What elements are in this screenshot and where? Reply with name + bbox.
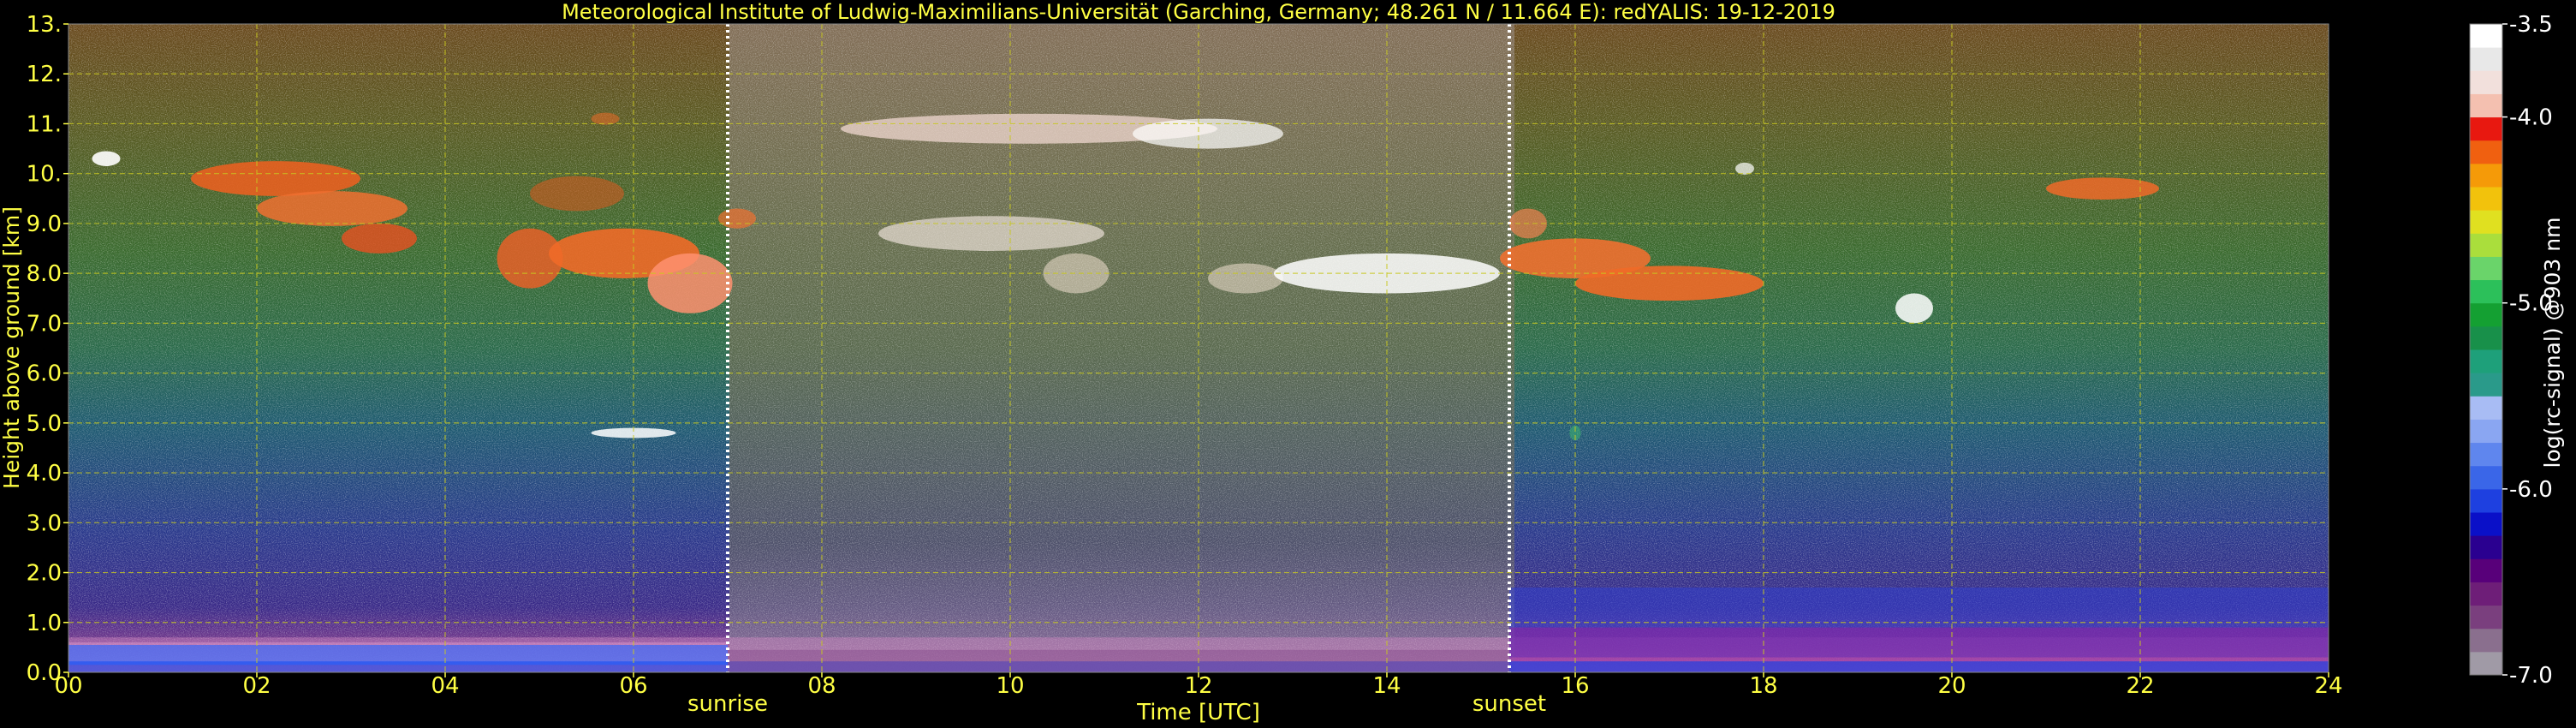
cloud-feature xyxy=(530,176,624,212)
x-tick-label: 22 xyxy=(2126,673,2154,699)
colorbar-segment xyxy=(2470,325,2502,350)
y-tick-label: 13. xyxy=(27,12,62,38)
cloud-feature xyxy=(342,223,417,254)
chart-title: Meteorological Institute of Ludwig-Maxim… xyxy=(562,0,1835,24)
x-tick-label: 04 xyxy=(431,673,459,699)
colorbar-segment xyxy=(2470,396,2502,420)
y-tick-label: 9.0 xyxy=(27,212,62,237)
colorbar-segment xyxy=(2470,140,2502,164)
y-tick-label: 8.0 xyxy=(27,261,62,287)
colorbar-segment xyxy=(2470,558,2502,582)
colorbar-segment xyxy=(2470,442,2502,467)
y-tick-label: 10. xyxy=(27,162,62,188)
y-tick-label: 12. xyxy=(27,62,62,87)
colorbar-segment xyxy=(2470,651,2502,676)
cloud-feature xyxy=(2046,177,2159,200)
colorbar-tick-label: -7.0 xyxy=(2509,663,2553,689)
cloud-feature xyxy=(878,216,1104,251)
colorbar-segment xyxy=(2470,582,2502,606)
colorbar-segment xyxy=(2470,605,2502,630)
x-tick-label: 10 xyxy=(996,673,1024,699)
x-tick-label: 08 xyxy=(807,673,836,699)
colorbar-tick-label: -4.0 xyxy=(2509,105,2553,131)
colorbar-tick-label: -6.0 xyxy=(2509,477,2553,503)
y-axis-ticks: 0.01.02.03.04.05.06.07.08.09.010.11.12.1… xyxy=(27,12,68,686)
cloud-feature xyxy=(718,208,756,229)
x-tick-label: 02 xyxy=(242,673,271,699)
colorbar-segment xyxy=(2470,419,2502,444)
sunrise-label: sunrise xyxy=(687,691,768,717)
colorbar-segment xyxy=(2470,47,2502,71)
colorbar-segment xyxy=(2470,210,2502,234)
x-tick-label: 24 xyxy=(2314,673,2342,699)
cloud-feature xyxy=(257,191,408,226)
y-tick-label: 2.0 xyxy=(27,561,62,587)
colorbar-segment xyxy=(2470,349,2502,373)
colorbar xyxy=(2469,23,2503,676)
x-tick-label: 20 xyxy=(1937,673,1966,699)
x-tick-label: 12 xyxy=(1184,673,1212,699)
y-tick-label: 1.0 xyxy=(27,611,62,636)
x-tick-label: 16 xyxy=(1561,673,1589,699)
colorbar-segment xyxy=(2470,279,2502,304)
colorbar-segment xyxy=(2470,628,2502,653)
x-axis-ticks: 00 02 04 06 08 10 12 14 16 18 20 22 24 xyxy=(54,672,2343,699)
colorbar-segment xyxy=(2470,24,2502,48)
y-tick-label: 5.0 xyxy=(27,411,62,437)
x-tick-label: 00 xyxy=(54,673,82,699)
x-tick-label: 14 xyxy=(1372,673,1401,699)
colorbar-segment xyxy=(2470,93,2502,118)
colorbar-segment xyxy=(2470,465,2502,490)
cloud-feature xyxy=(92,151,121,166)
cloud-feature xyxy=(1895,293,1933,324)
colorbar-segment xyxy=(2470,535,2502,559)
y-tick-label: 3.0 xyxy=(27,510,62,536)
cloud-feature xyxy=(647,253,733,313)
cloud-feature xyxy=(1735,162,1754,175)
colorbar-segment xyxy=(2470,488,2502,513)
lidar-chart: Meteorological Institute of Ludwig-Maxim… xyxy=(0,0,2565,725)
colorbar-segment xyxy=(2470,70,2502,94)
x-tick-label: 06 xyxy=(619,673,647,699)
plot-area xyxy=(68,24,2329,672)
colorbar-segment xyxy=(2470,256,2502,281)
colorbar-tick-label: -3.5 xyxy=(2509,12,2553,38)
colorbar-segment xyxy=(2470,233,2502,257)
colorbar-segment xyxy=(2470,302,2502,327)
cloud-feature xyxy=(1208,263,1283,294)
colorbar-segment xyxy=(2470,163,2502,188)
y-axis-label: Height above ground [km] xyxy=(0,206,24,489)
x-tick-label: 18 xyxy=(1749,673,1777,699)
y-tick-label: 4.0 xyxy=(27,461,62,486)
y-tick-label: 6.0 xyxy=(27,361,62,387)
boundary-layer-band xyxy=(728,649,1509,672)
colorbar-label: log(rc-signal) @903 nm xyxy=(2540,218,2565,468)
cloud-feature xyxy=(191,161,360,196)
colorbar-segment xyxy=(2470,512,2502,536)
boundary-layer-band xyxy=(68,644,728,665)
colorbar-segment xyxy=(2470,116,2502,141)
cloud-feature xyxy=(591,112,620,125)
x-axis-label: Time [UTC] xyxy=(1136,700,1260,725)
colorbar-segment xyxy=(2470,187,2502,211)
cloud-feature xyxy=(1575,266,1764,301)
sunset-label: sunset xyxy=(1472,691,1546,717)
colorbar-segment xyxy=(2470,373,2502,397)
y-tick-label: 11. xyxy=(27,111,62,137)
y-tick-label: 7.0 xyxy=(27,311,62,337)
